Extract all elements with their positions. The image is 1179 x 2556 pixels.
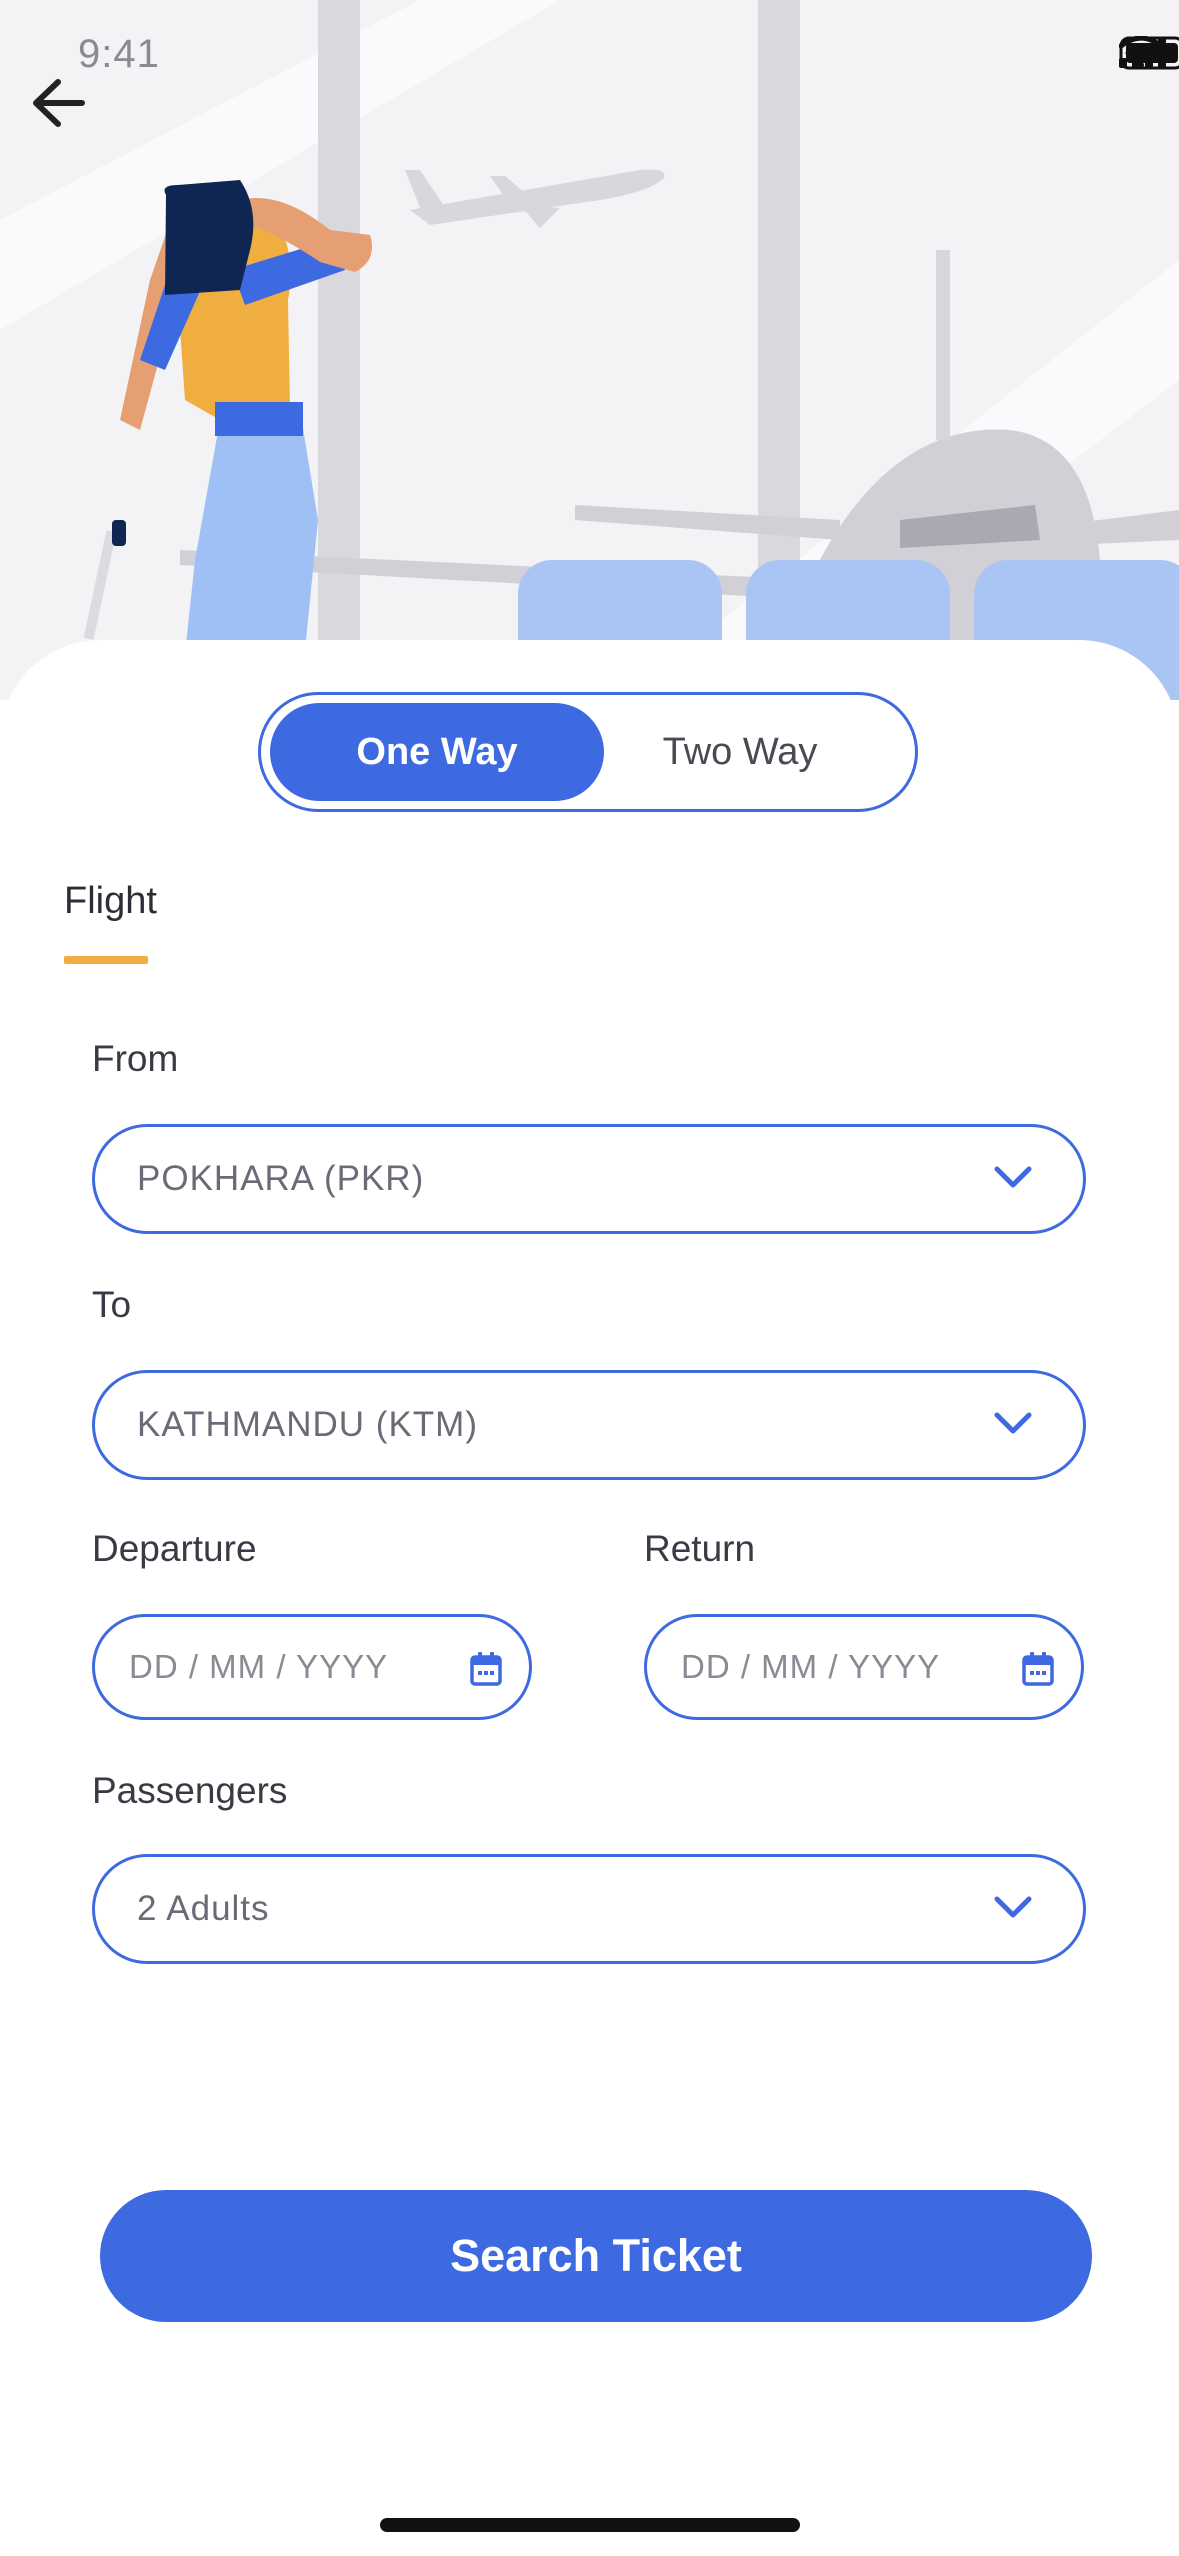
one-way-option[interactable]: One Way (270, 703, 604, 801)
departure-label: Departure (92, 1528, 257, 1569)
trip-type-toggle: One Way Two Way (258, 692, 918, 812)
chevron-down-icon (994, 1412, 1032, 1434)
flying-airplane (405, 169, 665, 228)
home-indicator[interactable] (380, 2518, 800, 2532)
battery-icon (1119, 36, 1179, 70)
calendar-icon (1022, 1652, 1054, 1686)
tab-active-indicator (64, 956, 148, 964)
search-form-card: One Way Two Way Flight From POKHARA (PKR… (0, 640, 1179, 2556)
status-time: 9:41 (78, 32, 160, 76)
departure-placeholder: DD / MM / YYYY (129, 1648, 389, 1685)
return-date-field[interactable]: DD / MM / YYYY (644, 1614, 1084, 1720)
return-label: Return (644, 1528, 756, 1569)
from-label: From (92, 1038, 179, 1079)
departure-date-field[interactable]: DD / MM / YYYY (92, 1614, 532, 1720)
passengers-label: Passengers (92, 1770, 288, 1811)
to-select[interactable]: KATHMANDU (KTM) (92, 1370, 1086, 1480)
passengers-select[interactable]: 2 Adults (92, 1854, 1086, 1964)
to-label: To (92, 1284, 132, 1325)
arrow-left-icon (33, 79, 85, 127)
chevron-down-icon (994, 1896, 1032, 1918)
to-value: KATHMANDU (KTM) (137, 1405, 478, 1444)
status-bar: 9:41 (0, 0, 1179, 110)
from-value: POKHARA (PKR) (137, 1159, 425, 1198)
from-select[interactable]: POKHARA (PKR) (92, 1124, 1086, 1234)
two-way-option[interactable]: Two Way (573, 703, 907, 801)
hero-illustration: 9:41 (0, 0, 1179, 700)
calendar-icon (470, 1652, 502, 1686)
passengers-value: 2 Adults (137, 1889, 270, 1928)
return-placeholder: DD / MM / YYYY (681, 1648, 941, 1685)
tab-flight[interactable]: Flight (64, 880, 157, 923)
search-ticket-button[interactable]: Search Ticket (100, 2190, 1092, 2322)
back-button[interactable] (30, 78, 102, 150)
chevron-down-icon (994, 1166, 1032, 1188)
